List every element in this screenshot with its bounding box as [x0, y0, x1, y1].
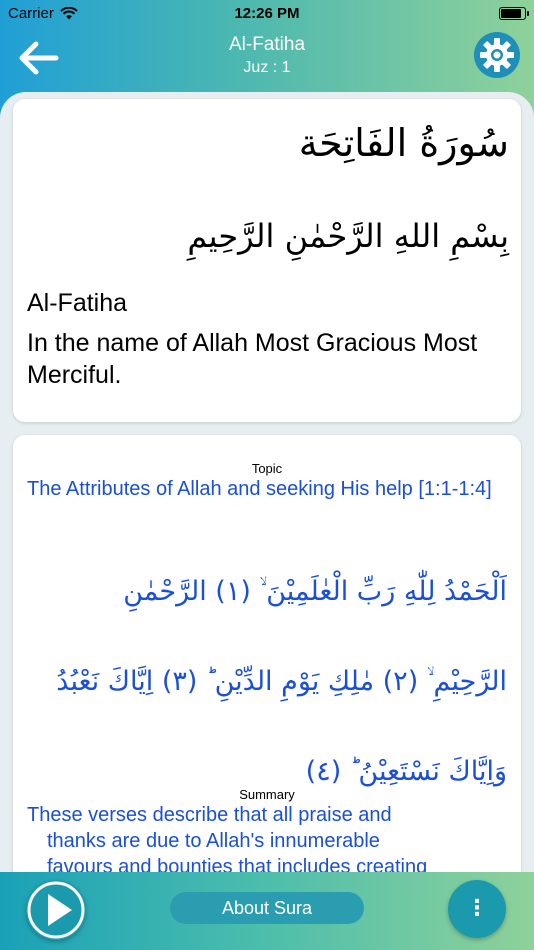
juz-label: Juz : 1 — [243, 59, 291, 76]
summary-line: thanks are due to Allah's innumerable — [47, 830, 380, 852]
page-title: Al-Fatiha — [228, 34, 306, 55]
summary-line: These verses describe that all praise an… — [27, 804, 392, 826]
about-sura-button[interactable]: About Sura — [170, 892, 364, 924]
sura-name: Al-Fatiha — [27, 289, 128, 317]
status-bar: Carrier 12:26 PM — [0, 0, 534, 28]
gear-icon — [480, 38, 514, 72]
content-area[interactable]: سُورَةُ الفَاتِحَة بِسْمِ اللهِ الرَّحْم… — [0, 92, 534, 872]
play-button[interactable] — [26, 880, 86, 940]
summary-text: These verses describe that all praise an… — [27, 802, 507, 872]
topic-text: The Attributes of Allah and seeking His … — [27, 478, 492, 500]
settings-button[interactable] — [474, 32, 520, 78]
bismillah-text: بِسْمِ اللهِ الرَّحْمٰنِ الرَّحِيمِ — [187, 217, 509, 255]
ayah-line: الرَّحِيْمِ ۙ (٢) مٰلِكِ يَوْمِ الدِّيْن… — [56, 666, 507, 697]
sura-header-card: سُورَةُ الفَاتِحَة بِسْمِ اللهِ الرَّحْم… — [13, 99, 521, 422]
ayah-line: اَلْحَمْدُ لِلّٰهِ رَبِّ الْعٰلَمِيْنَ ۙ… — [123, 576, 507, 607]
topic-card: Topic The Attributes of Allah and seekin… — [13, 435, 521, 872]
bismillah-translation: In the name of Allah Most Gracious Most … — [27, 329, 478, 389]
battery-icon — [499, 7, 529, 20]
topic-label: Topic — [251, 461, 283, 476]
bottom-bar: About Sura ⋮ — [0, 872, 534, 950]
status-time: 12:26 PM — [234, 5, 300, 22]
summary-label: Summary — [239, 787, 295, 802]
arabic-sura-title: سُورَةُ الفَاتِحَة — [298, 121, 509, 165]
navigation-bar: Al-Fatiha Juz : 1 — [0, 28, 534, 88]
play-icon — [27, 881, 85, 939]
more-options-button[interactable]: ⋮ — [448, 880, 506, 938]
ayah-block: اَلْحَمْدُ لِلّٰهِ رَبِّ الْعٰلَمِيْنَ ۙ… — [27, 547, 507, 817]
summary-line: favours and bounties that includes creat… — [47, 856, 428, 872]
